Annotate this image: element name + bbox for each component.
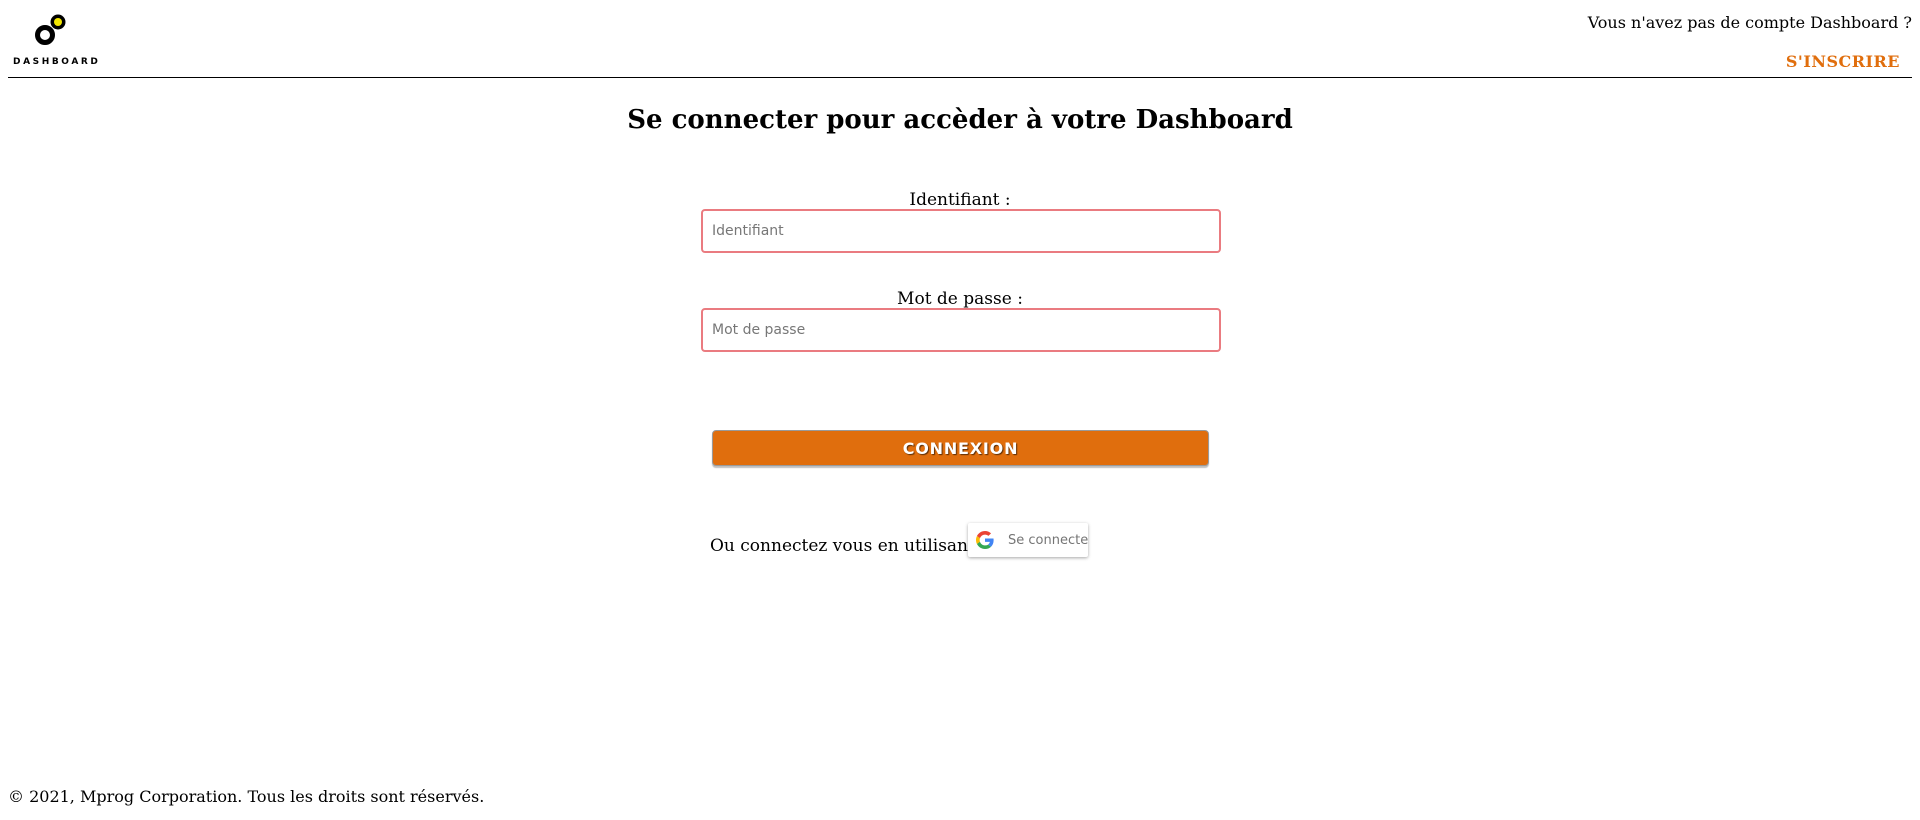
google-signin-label: Se connecter: [1008, 532, 1088, 548]
google-signin-button[interactable]: Se connecter: [968, 523, 1088, 557]
password-label: Mot de passe :: [897, 289, 1023, 309]
username-input[interactable]: [701, 209, 1221, 253]
page-title: Se connecter pour accèder à votre Dashbo…: [627, 105, 1293, 135]
dashboard-logo-icon: [35, 14, 66, 45]
logo-text: DASHBOARD: [13, 57, 101, 67]
password-input[interactable]: [701, 308, 1221, 352]
google-g-icon: [976, 531, 994, 549]
footer-copyright: © 2021, Mprog Corporation. Tous les droi…: [8, 787, 485, 806]
connexion-button[interactable]: CONNEXION: [712, 430, 1209, 466]
username-label: Identifiant :: [909, 190, 1011, 210]
login-page: DASHBOARD Vous n'avez pas de compte Dash…: [0, 0, 1920, 820]
no-account-text: Vous n'avez pas de compte Dashboard ?: [1587, 13, 1912, 32]
header: DASHBOARD Vous n'avez pas de compte Dash…: [8, 0, 1912, 78]
signup-link[interactable]: S'INSCRIRE: [1786, 52, 1900, 71]
logo[interactable]: DASHBOARD: [13, 12, 98, 70]
alt-login-text: Ou connectez vous en utilisant: [710, 536, 975, 556]
